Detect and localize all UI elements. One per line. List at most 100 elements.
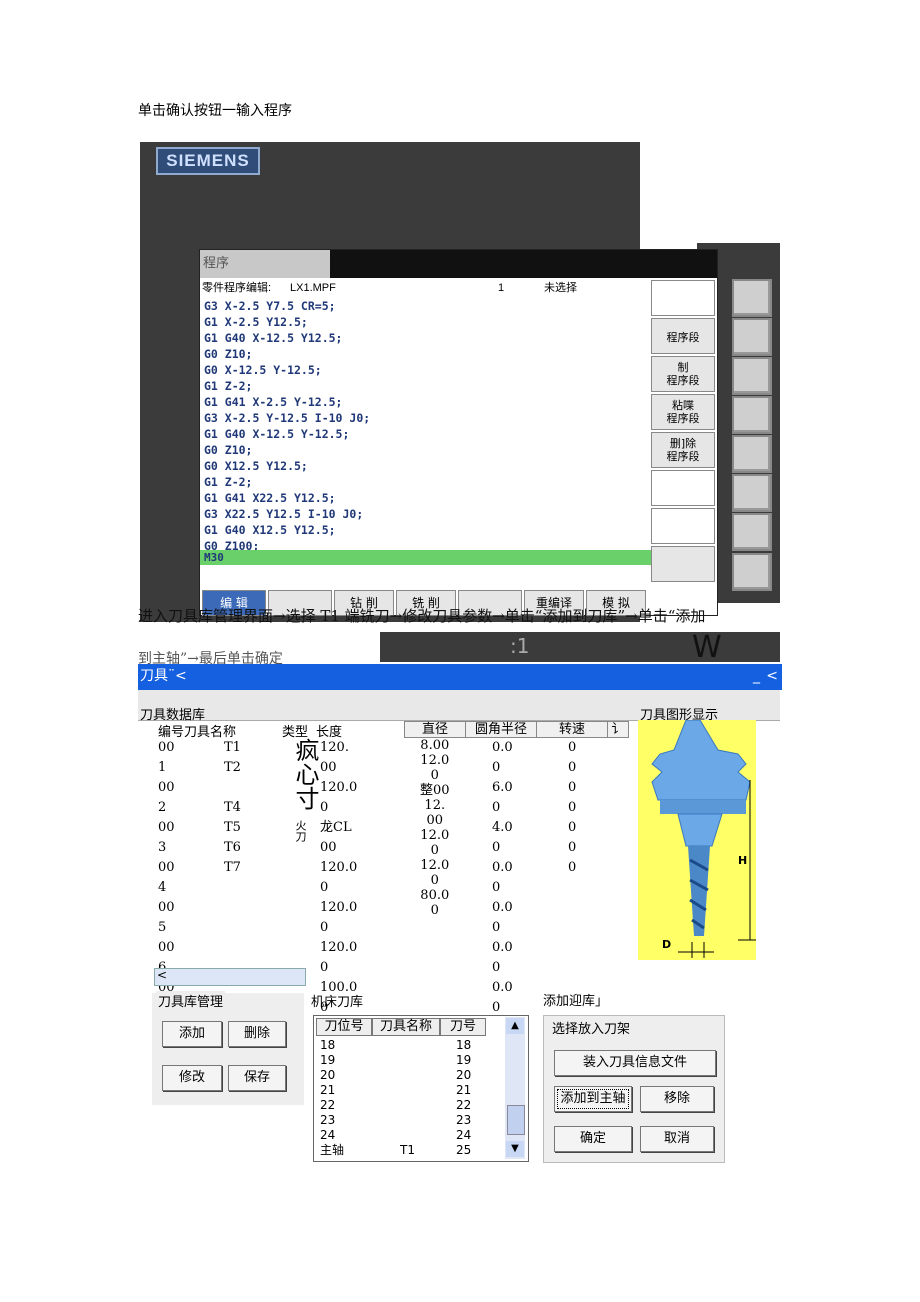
col-header-speed[interactable]: 转速 <box>536 721 608 738</box>
mlist-cell-slot[interactable]: 23 <box>320 1113 335 1127</box>
delete-button[interactable]: 删除 <box>228 1021 286 1047</box>
code-line[interactable]: G0 X12.5 Y12.5; <box>204 458 370 474</box>
program-code-editor[interactable]: G3 X-2.5 Y7.5 CR=5; G1 X-2.5 Y12.5; G1 G40… <box>204 298 370 554</box>
save-button[interactable]: 保存 <box>228 1065 286 1091</box>
code-line[interactable]: G1 Z-2; <box>204 474 370 490</box>
mlist-header-name[interactable]: 刀具名称 <box>372 1018 440 1036</box>
mlist-cell-toolno[interactable]: 24 <box>456 1128 471 1142</box>
tool-lib-management-panel: 刀具库管理 添加 删除 修改 保存 <box>152 991 304 1105</box>
code-line[interactable]: G3 X-2.5 Y7.5 CR=5; <box>204 298 370 314</box>
softkey-7[interactable] <box>651 508 715 544</box>
side-hardkey-7[interactable] <box>732 513 772 551</box>
modify-button[interactable]: 修改 <box>162 1065 222 1091</box>
tool-col-speed: 0 0 0 0 0 0 0 <box>568 740 577 875</box>
line-number: 1 <box>498 282 505 294</box>
program-info-bar: 零件程序编辑: LX1.MPF 1 未选择 <box>200 280 650 296</box>
tool-graphic-display: H D <box>638 719 756 960</box>
code-line[interactable]: G0 Z10; <box>204 442 370 458</box>
end-mill-icon: H D <box>651 719 756 958</box>
col-header-extra[interactable]: 讠 <box>607 721 629 738</box>
scroll-left-icon[interactable]: < <box>157 968 167 982</box>
code-line[interactable]: G1 G41 X-2.5 Y-12.5; <box>204 394 370 410</box>
machine-tool-list[interactable]: 刀位号 刀具名称 刀号 18 18 19 19 20 20 21 21 22 22 23 23 24 24… <box>313 1015 529 1162</box>
mlist-cell-toolno[interactable]: 21 <box>456 1083 471 1097</box>
scroll-thumb[interactable] <box>507 1105 525 1135</box>
side-hardkey-3[interactable] <box>732 357 772 395</box>
active-code-line[interactable]: M30 <box>200 550 652 565</box>
col-header-diameter[interactable]: 直径 <box>404 721 466 738</box>
softkey-5[interactable]: 删]除 程序段 <box>651 432 715 468</box>
machine-list-vscrollbar[interactable]: ▲ ▼ <box>505 1017 525 1159</box>
code-line[interactable]: G1 G40 X-12.5 Y12.5; <box>204 330 370 346</box>
mlist-cell-slot[interactable]: 21 <box>320 1083 335 1097</box>
side-hardkey-4[interactable] <box>732 396 772 434</box>
add-button[interactable]: 添加 <box>162 1021 222 1047</box>
mlist-cell-toolno[interactable]: 25 <box>456 1143 471 1157</box>
softkey-1[interactable] <box>651 280 715 316</box>
tool-col-number: 00 1 00 2 00 3 00 4 00 5 00 6 00 <box>158 740 175 995</box>
mlist-header-toolno[interactable]: 刀号 <box>440 1018 486 1036</box>
dim-height-label: H <box>738 854 747 867</box>
code-line[interactable]: G1 Z-2; <box>204 378 370 394</box>
tool-col-diameter: 8.00 12.0 0 整00 12. 00 12.0 0 12.0 0 80.… <box>420 738 450 918</box>
overlay-dark-bar: :1 W <box>380 630 780 665</box>
code-line[interactable]: G3 X22.5 Y12.5 I-10 J0; <box>204 506 370 522</box>
remove-button[interactable]: 移除 <box>640 1086 714 1112</box>
ok-button[interactable]: 确定 <box>554 1126 632 1152</box>
softkey-8[interactable] <box>651 546 715 582</box>
mlist-cell-slot[interactable]: 24 <box>320 1128 335 1142</box>
tool-lib-mgmt-legend: 刀具库管理 <box>156 991 226 1010</box>
tool-table-hscrollbar[interactable]: < <box>154 968 306 986</box>
softkey-2[interactable]: 程序段 <box>651 318 715 354</box>
mlist-cell-toolno[interactable]: 19 <box>456 1053 471 1067</box>
side-hardkey-5[interactable] <box>732 435 772 473</box>
mlist-cell-toolno[interactable]: 20 <box>456 1068 471 1082</box>
softkey-6[interactable] <box>651 470 715 506</box>
program-edit-label: 零件程序编辑: <box>202 282 272 294</box>
side-hardkey-8[interactable] <box>732 553 772 591</box>
tool-col-radius: 0.0 0 6.0 0 4.0 0 0.0 0 0.0 0 0.0 0 0.0 … <box>492 740 513 1015</box>
side-hardkey-2[interactable] <box>732 318 772 356</box>
side-hardkey-1[interactable] <box>732 279 772 317</box>
code-line[interactable]: G0 Z10; <box>204 346 370 362</box>
mlist-cell-toolno[interactable]: 22 <box>456 1098 471 1112</box>
code-line[interactable]: G1 G41 X22.5 Y12.5; <box>204 490 370 506</box>
mlist-cell-slot[interactable]: 19 <box>320 1053 335 1067</box>
mlist-cell-slot[interactable]: 主轴 <box>320 1143 344 1157</box>
code-line[interactable]: G0 X-12.5 Y-12.5; <box>204 362 370 378</box>
selection-status: 未选择 <box>544 280 596 296</box>
rack-legend: 选择放入刀架 <box>550 1018 633 1037</box>
tool-window-title: 刀具¨< <box>140 668 187 684</box>
machine-lib-label: 机床刀库 <box>311 995 364 1010</box>
code-line[interactable]: G1 G40 X-12.5 Y-12.5; <box>204 426 370 442</box>
scroll-down-icon[interactable]: ▼ <box>506 1141 524 1157</box>
cancel-button[interactable]: 取消 <box>640 1126 714 1152</box>
tool-col-type: 疯心寸 <box>291 738 319 810</box>
code-line[interactable]: G3 X-2.5 Y-12.5 I-10 J0; <box>204 410 370 426</box>
side-hardkey-6[interactable] <box>732 474 772 512</box>
mlist-cell-toolno[interactable]: 23 <box>456 1113 471 1127</box>
tool-rack-panel: 选择放入刀架 装入刀具信息文件 添加到主轴 移除 确定 取消 <box>543 1015 725 1163</box>
scroll-up-icon[interactable]: ▲ <box>506 1018 524 1034</box>
mlist-cell-name[interactable]: T1 <box>400 1143 415 1157</box>
mlist-cell-slot[interactable]: 22 <box>320 1098 335 1112</box>
mlist-cell-slot[interactable]: 18 <box>320 1038 335 1052</box>
add-to-spindle-button[interactable]: 添加到主轴 <box>554 1086 632 1112</box>
softkey-4[interactable]: 粘喋 程序段 <box>651 394 715 430</box>
minimize-button[interactable]: _ <box>753 664 760 688</box>
code-line[interactable]: G1 G40 X12.5 Y12.5; <box>204 522 370 538</box>
mlist-cell-slot[interactable]: 20 <box>320 1068 335 1082</box>
softkey-3[interactable]: 制 程序段 <box>651 356 715 392</box>
screen-title: 程序 <box>200 250 333 278</box>
load-tool-file-button[interactable]: 装入刀具信息文件 <box>554 1050 716 1076</box>
mlist-header-slot[interactable]: 刀位号 <box>316 1018 372 1036</box>
siemens-logo: SIEMENS <box>156 147 260 175</box>
program-file-name: LX1.MPF <box>290 282 336 294</box>
col-header-radius[interactable]: 圆角半径 <box>465 721 537 738</box>
close-button[interactable]: < <box>766 664 778 688</box>
mlist-cell-toolno[interactable]: 18 <box>456 1038 471 1052</box>
instruction-caption-2: 进入刀具库管理界面→选择 T1 端铣刀→修改刀具参数→单击“添加到刀库”→单击“… <box>138 607 706 625</box>
code-line[interactable]: G1 X-2.5 Y12.5; <box>204 314 370 330</box>
overlay-letter: W <box>692 630 722 665</box>
tool-window-titlebar: 刀具¨< _ < <box>138 664 782 690</box>
